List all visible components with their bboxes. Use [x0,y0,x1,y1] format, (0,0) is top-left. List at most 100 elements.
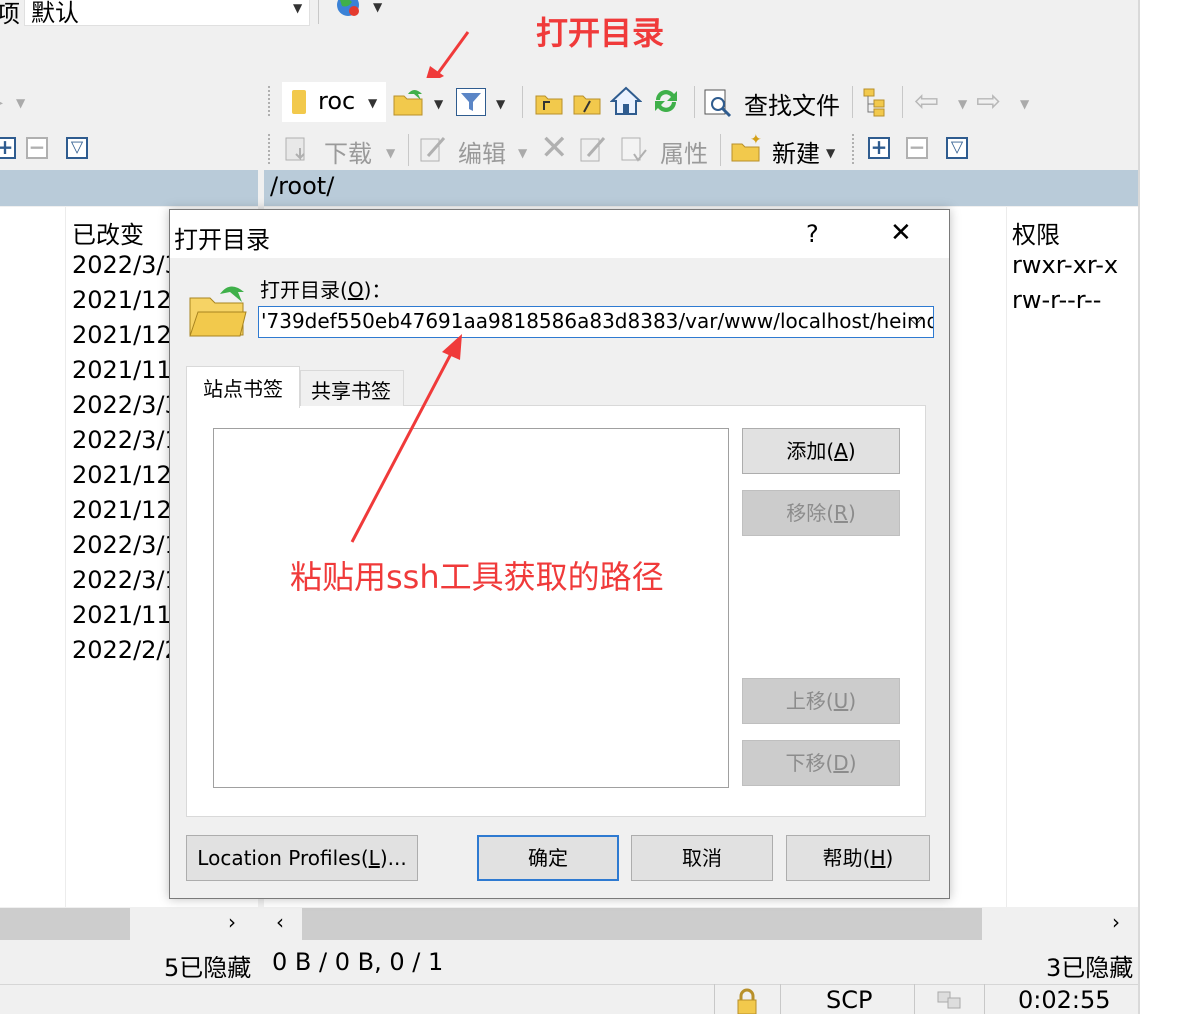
open-directory-icon[interactable] [392,86,426,118]
toolbar-grip [268,134,273,164]
minus-icon: − [906,137,928,159]
chevron-down-icon[interactable]: ▼ [826,146,835,160]
plus-icon[interactable]: + [0,137,16,159]
scroll-right-icon[interactable]: › [1112,910,1120,934]
session-time: 0:02:55 [1018,986,1111,1014]
scroll-left-icon[interactable]: ‹ [276,910,284,934]
separator [780,984,781,1014]
separator [318,0,319,24]
permission-cell: rw-r--r-- [1012,286,1102,314]
protocol-label: SCP [826,986,873,1014]
separator [852,86,853,118]
column-header-changed[interactable]: 已改变 [72,215,144,250]
chevron-down-icon: ▼ [368,96,378,110]
separator [408,134,409,166]
help-icon[interactable]: ? [806,220,819,248]
remote-location-select[interactable]: roc ▼ [282,82,386,122]
download-label: 下载 [324,140,372,168]
home-icon[interactable] [609,86,643,116]
chevron-down-icon[interactable]: ▼ [373,0,382,14]
toolbar-grip [852,134,857,164]
annotation-arrow-icon [350,334,462,543]
chevron-down-icon[interactable]: ▼ [434,97,443,111]
remote-path-bar[interactable]: /root/ [264,170,1138,206]
local-changed-cell: 2022/3/3 [72,391,180,419]
separator [984,984,985,1014]
separator [720,134,721,166]
window-edge [1138,0,1140,1014]
open-folder-icon [186,280,248,338]
permission-cell: rwxr-xr-x [1012,251,1119,279]
parent-directory-icon[interactable] [534,88,564,116]
local-changed-cell: 2022/3/3 [72,251,180,279]
chevron-down-icon: ▼ [386,146,396,160]
find-files-label[interactable]: 查找文件 [744,86,840,121]
background-right [1138,0,1189,1014]
forward-icon[interactable]: ⇨ [976,84,1001,119]
separator [714,984,715,1014]
find-files-button[interactable] [702,86,738,118]
svg-text:✦: ✦ [750,132,762,148]
local-hidden-count: 5已隐藏 [164,954,252,982]
scroll-thumb[interactable] [302,908,982,940]
location-profiles-button[interactable]: Location Profiles(L)... [186,835,418,881]
column-header-permissions[interactable]: 权限 [1012,215,1060,250]
separator [914,984,915,1014]
local-changed-cell: 2021/12/ [72,496,180,524]
dialog-title: 打开目录 [174,226,270,254]
tab-site-bookmarks[interactable]: 站点书签 [186,366,300,408]
close-icon[interactable]: ✕ [890,218,912,248]
separator [522,86,523,118]
transfer-settings-value: 默认 [31,0,79,27]
rename-icon [578,134,608,164]
chevron-down-icon: ▼ [16,96,26,110]
local-changed-cell: 2021/12/ [72,321,180,349]
properties-label: 属性 [660,140,708,168]
tab-label: 站点书签 [203,377,283,401]
option-label: 项 [0,0,20,28]
add-button[interactable]: 添加(A) [742,428,900,474]
root-directory-icon[interactable] [572,88,602,116]
remote-hidden-count: 3已隐藏 [1046,954,1134,982]
download-icon [282,134,314,164]
transfer-settings-select[interactable]: 默认 ▼ [24,0,310,27]
tree-icon[interactable] [862,86,892,118]
annotation-paste-path: 粘贴用ssh工具获取的路径 [290,558,664,596]
separator [694,86,695,118]
cancel-button[interactable]: 取消 [631,835,773,881]
new-label[interactable]: 新建 [772,134,820,169]
local-horizontal-scrollbar[interactable]: › [0,908,258,940]
local-changed-cell: 2022/2/2 [72,636,180,664]
help-button[interactable]: 帮助(H) [786,835,930,881]
new-folder-icon[interactable]: ✦ [730,132,762,164]
local-changed-cell: 2022/3/1 [72,426,180,454]
move-up-button[interactable]: 上移(U) [742,678,900,724]
back-icon[interactable]: ⇦ [914,84,939,119]
filter-icon[interactable] [456,88,486,116]
scroll-right-icon[interactable]: › [228,910,236,934]
ok-button[interactable]: 确定 [477,835,619,881]
chevron-down-icon[interactable]: ▼ [496,97,505,111]
refresh-icon[interactable] [650,86,682,116]
bookmarks-list[interactable] [213,428,729,788]
local-path-bar[interactable] [0,170,258,206]
move-down-button[interactable]: 下移(D) [742,740,900,786]
column-divider [65,207,66,907]
chevron-down-icon[interactable]: ⌵ [909,309,923,330]
local-changed-cell: 2022/3/1 [72,531,180,559]
scroll-thumb[interactable] [0,908,130,940]
network-icon [934,988,964,1014]
filter-mask-icon[interactable]: ▽ [66,137,88,159]
plus-icon[interactable]: + [868,137,890,159]
filter-mask-icon[interactable]: ▽ [946,137,968,159]
edit-icon [418,134,448,164]
remove-button[interactable]: 移除(R) [742,490,900,536]
lock-icon[interactable] [734,988,760,1014]
toolbar-row-2 [0,78,1138,126]
status-bar [0,984,1138,1014]
local-changed-cell: 2021/11/ [72,356,180,384]
remote-horizontal-scrollbar[interactable]: ‹ › [264,908,1138,940]
local-changed-cell: 2022/3/1 [72,566,180,594]
globe-icon[interactable] [334,0,364,20]
delete-icon: ✕ [540,128,569,168]
